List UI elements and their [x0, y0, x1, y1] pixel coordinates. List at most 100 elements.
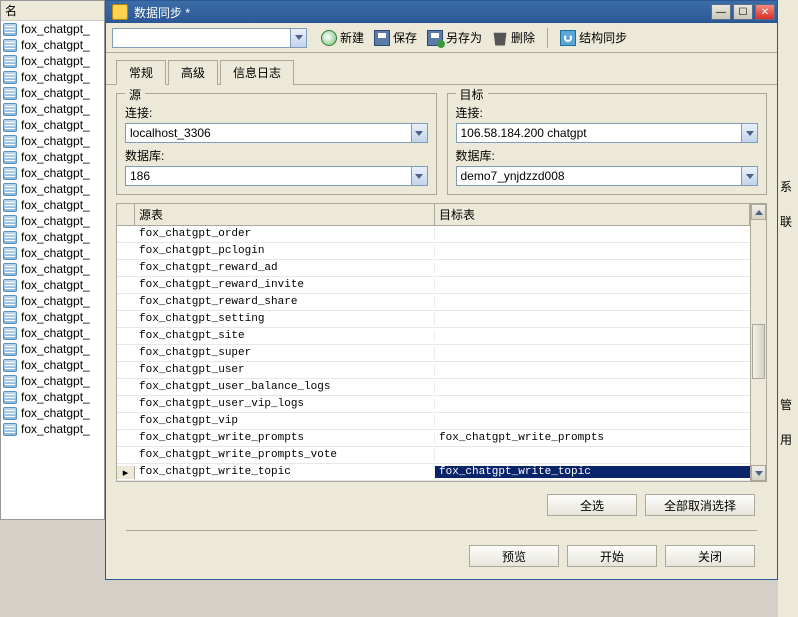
source-table-cell: fox_chatgpt_order: [135, 228, 435, 240]
tree-item[interactable]: fox_chatgpt_: [1, 21, 104, 37]
preview-button[interactable]: 预览: [469, 545, 559, 567]
table-row[interactable]: fox_chatgpt_user: [117, 362, 750, 379]
table-row[interactable]: fox_chatgpt_super: [117, 345, 750, 362]
saveas-button[interactable]: 另存为: [423, 27, 486, 49]
tree-item[interactable]: fox_chatgpt_: [1, 293, 104, 309]
new-button[interactable]: 新建: [317, 27, 368, 49]
tree-item[interactable]: fox_chatgpt_: [1, 101, 104, 117]
target-group: 目标 连接: 106.58.184.200 chatgpt 数据库: demo7…: [447, 93, 768, 195]
scroll-up-button[interactable]: [751, 204, 766, 220]
table-icon: [3, 375, 17, 388]
save-button[interactable]: 保存: [370, 27, 421, 49]
close-button[interactable]: 关闭: [665, 545, 755, 567]
tree-item[interactable]: fox_chatgpt_: [1, 309, 104, 325]
tree-item[interactable]: fox_chatgpt_: [1, 69, 104, 85]
table-row[interactable]: fox_chatgpt_vip: [117, 413, 750, 430]
table-row[interactable]: fox_chatgpt_order: [117, 226, 750, 243]
table-icon: [3, 231, 17, 244]
col-target-header[interactable]: 目标表: [435, 204, 750, 225]
tree-item[interactable]: fox_chatgpt_: [1, 277, 104, 293]
tree-item[interactable]: fox_chatgpt_: [1, 181, 104, 197]
target-db-select[interactable]: demo7_ynjdzzd008: [456, 166, 759, 186]
left-table-tree[interactable]: 名 fox_chatgpt_fox_chatgpt_fox_chatgpt_fo…: [0, 0, 105, 520]
tab-general[interactable]: 常规: [116, 60, 166, 85]
toolbar: 新建 保存 另存为 删除 结构同步: [106, 23, 777, 53]
source-table-cell: fox_chatgpt_vip: [135, 415, 435, 427]
source-table-cell: fox_chatgpt_write_topic: [135, 466, 435, 478]
new-icon: [321, 30, 337, 46]
scroll-thumb[interactable]: [752, 324, 765, 379]
row-marker: ▸: [117, 466, 135, 479]
tree-item[interactable]: fox_chatgpt_: [1, 245, 104, 261]
scroll-down-button[interactable]: [751, 465, 766, 481]
source-db-select[interactable]: 186: [125, 166, 428, 186]
table-row[interactable]: ▸fox_chatgpt_write_topicfox_chatgpt_writ…: [117, 464, 750, 481]
source-table-cell: fox_chatgpt_reward_share: [135, 296, 435, 308]
table-row[interactable]: fox_chatgpt_setting: [117, 311, 750, 328]
sync-icon: [560, 30, 576, 46]
start-button[interactable]: 开始: [567, 545, 657, 567]
table-row[interactable]: fox_chatgpt_site: [117, 328, 750, 345]
table-icon: [3, 423, 17, 436]
delete-icon: [492, 30, 508, 46]
table-icon: [3, 71, 17, 84]
table-row[interactable]: fox_chatgpt_user_balance_logs: [117, 379, 750, 396]
table-row[interactable]: fox_chatgpt_reward_share: [117, 294, 750, 311]
tree-item[interactable]: fox_chatgpt_: [1, 357, 104, 373]
chevron-down-icon[interactable]: [290, 29, 306, 47]
tree-item[interactable]: fox_chatgpt_: [1, 405, 104, 421]
source-table-cell: fox_chatgpt_user_balance_logs: [135, 381, 435, 393]
col-source-header[interactable]: 源表: [135, 204, 435, 225]
tree-item[interactable]: fox_chatgpt_: [1, 261, 104, 277]
tab-advanced[interactable]: 高级: [168, 60, 218, 85]
table-row[interactable]: fox_chatgpt_user_vip_logs: [117, 396, 750, 413]
table-icon: [3, 151, 17, 164]
struct-sync-button[interactable]: 结构同步: [556, 27, 631, 49]
save-icon: [374, 30, 390, 46]
table-row[interactable]: fox_chatgpt_write_prompts_vote: [117, 447, 750, 464]
tree-item[interactable]: fox_chatgpt_: [1, 53, 104, 69]
chevron-down-icon[interactable]: [411, 124, 427, 142]
tree-item[interactable]: fox_chatgpt_: [1, 421, 104, 437]
table-icon: [3, 391, 17, 404]
tree-item[interactable]: fox_chatgpt_: [1, 389, 104, 405]
tree-item[interactable]: fox_chatgpt_: [1, 341, 104, 357]
tree-item[interactable]: fox_chatgpt_: [1, 373, 104, 389]
source-conn-select[interactable]: localhost_3306: [125, 123, 428, 143]
maximize-button[interactable]: ☐: [733, 4, 753, 20]
tree-item[interactable]: fox_chatgpt_: [1, 165, 104, 181]
vertical-scrollbar[interactable]: [750, 204, 766, 481]
dialog-buttons: 预览 开始 关闭: [116, 541, 767, 571]
target-table-cell[interactable]: fox_chatgpt_write_topic: [435, 466, 750, 478]
table-row[interactable]: fox_chatgpt_write_promptsfox_chatgpt_wri…: [117, 430, 750, 447]
delete-button[interactable]: 删除: [488, 27, 539, 49]
chevron-down-icon[interactable]: [741, 167, 757, 185]
table-row[interactable]: fox_chatgpt_reward_ad: [117, 260, 750, 277]
profile-combo[interactable]: [112, 28, 307, 48]
table-header: 源表 目标表: [117, 204, 750, 226]
data-sync-dialog: 数据同步 * — ☐ ✕ 新建 保存 另存为 删除 结构同步 常规 高级 信息日…: [105, 0, 778, 580]
minimize-button[interactable]: —: [711, 4, 731, 20]
chevron-down-icon[interactable]: [411, 167, 427, 185]
deselect-all-button[interactable]: 全部取消选择: [645, 494, 755, 516]
tab-log[interactable]: 信息日志: [220, 60, 294, 85]
tree-item[interactable]: fox_chatgpt_: [1, 37, 104, 53]
chevron-down-icon[interactable]: [741, 124, 757, 142]
target-conn-label: 连接:: [456, 104, 759, 121]
close-window-button[interactable]: ✕: [755, 4, 775, 20]
window-title: 数据同步 *: [132, 4, 709, 21]
tree-item[interactable]: fox_chatgpt_: [1, 117, 104, 133]
tree-item[interactable]: fox_chatgpt_: [1, 229, 104, 245]
tree-item[interactable]: fox_chatgpt_: [1, 85, 104, 101]
table-row[interactable]: fox_chatgpt_reward_invite: [117, 277, 750, 294]
tree-item[interactable]: fox_chatgpt_: [1, 325, 104, 341]
target-conn-select[interactable]: 106.58.184.200 chatgpt: [456, 123, 759, 143]
tree-item[interactable]: fox_chatgpt_: [1, 133, 104, 149]
tree-item[interactable]: fox_chatgpt_: [1, 197, 104, 213]
table-icon: [3, 183, 17, 196]
target-table-cell[interactable]: fox_chatgpt_write_prompts: [435, 432, 750, 444]
select-all-button[interactable]: 全选: [547, 494, 637, 516]
table-row[interactable]: fox_chatgpt_pclogin: [117, 243, 750, 260]
tree-item[interactable]: fox_chatgpt_: [1, 213, 104, 229]
tree-item[interactable]: fox_chatgpt_: [1, 149, 104, 165]
